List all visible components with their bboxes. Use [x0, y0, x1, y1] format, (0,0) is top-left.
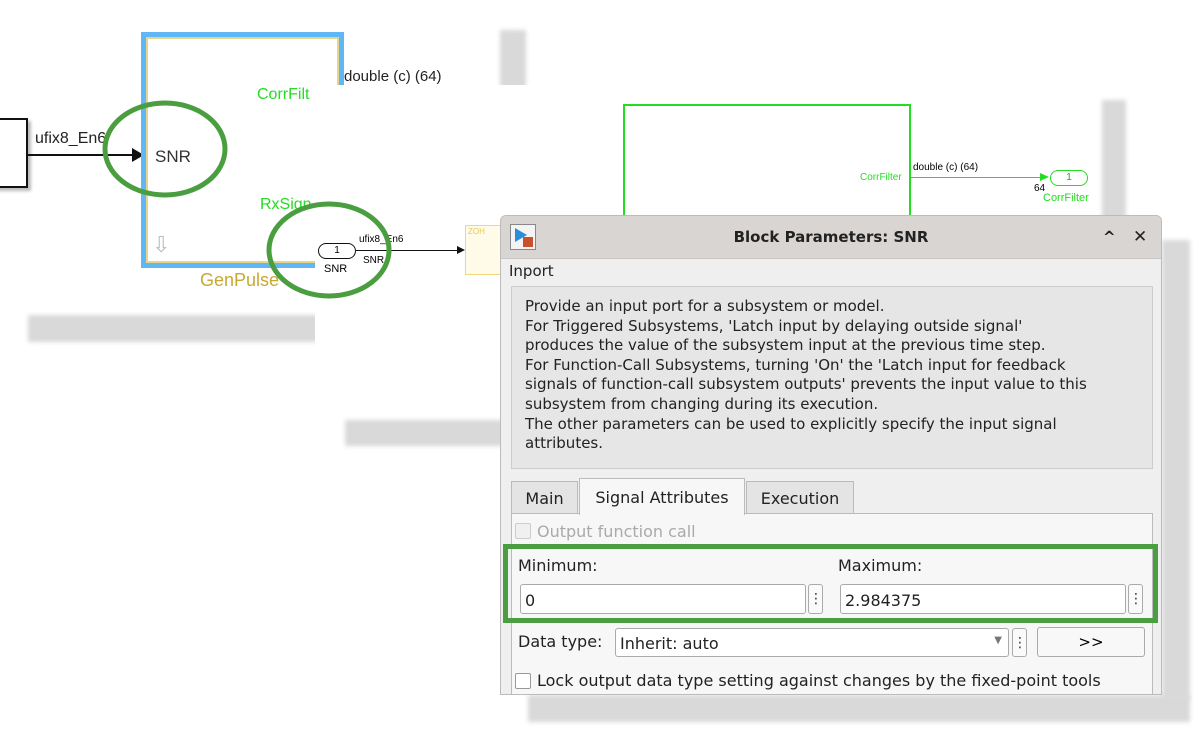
tab-signal-attributes[interactable]: Signal Attributes	[579, 478, 745, 515]
snr-port-highlight	[102, 100, 228, 198]
snr-inport-highlight	[266, 201, 392, 299]
highlight-ellipses	[102, 100, 392, 299]
